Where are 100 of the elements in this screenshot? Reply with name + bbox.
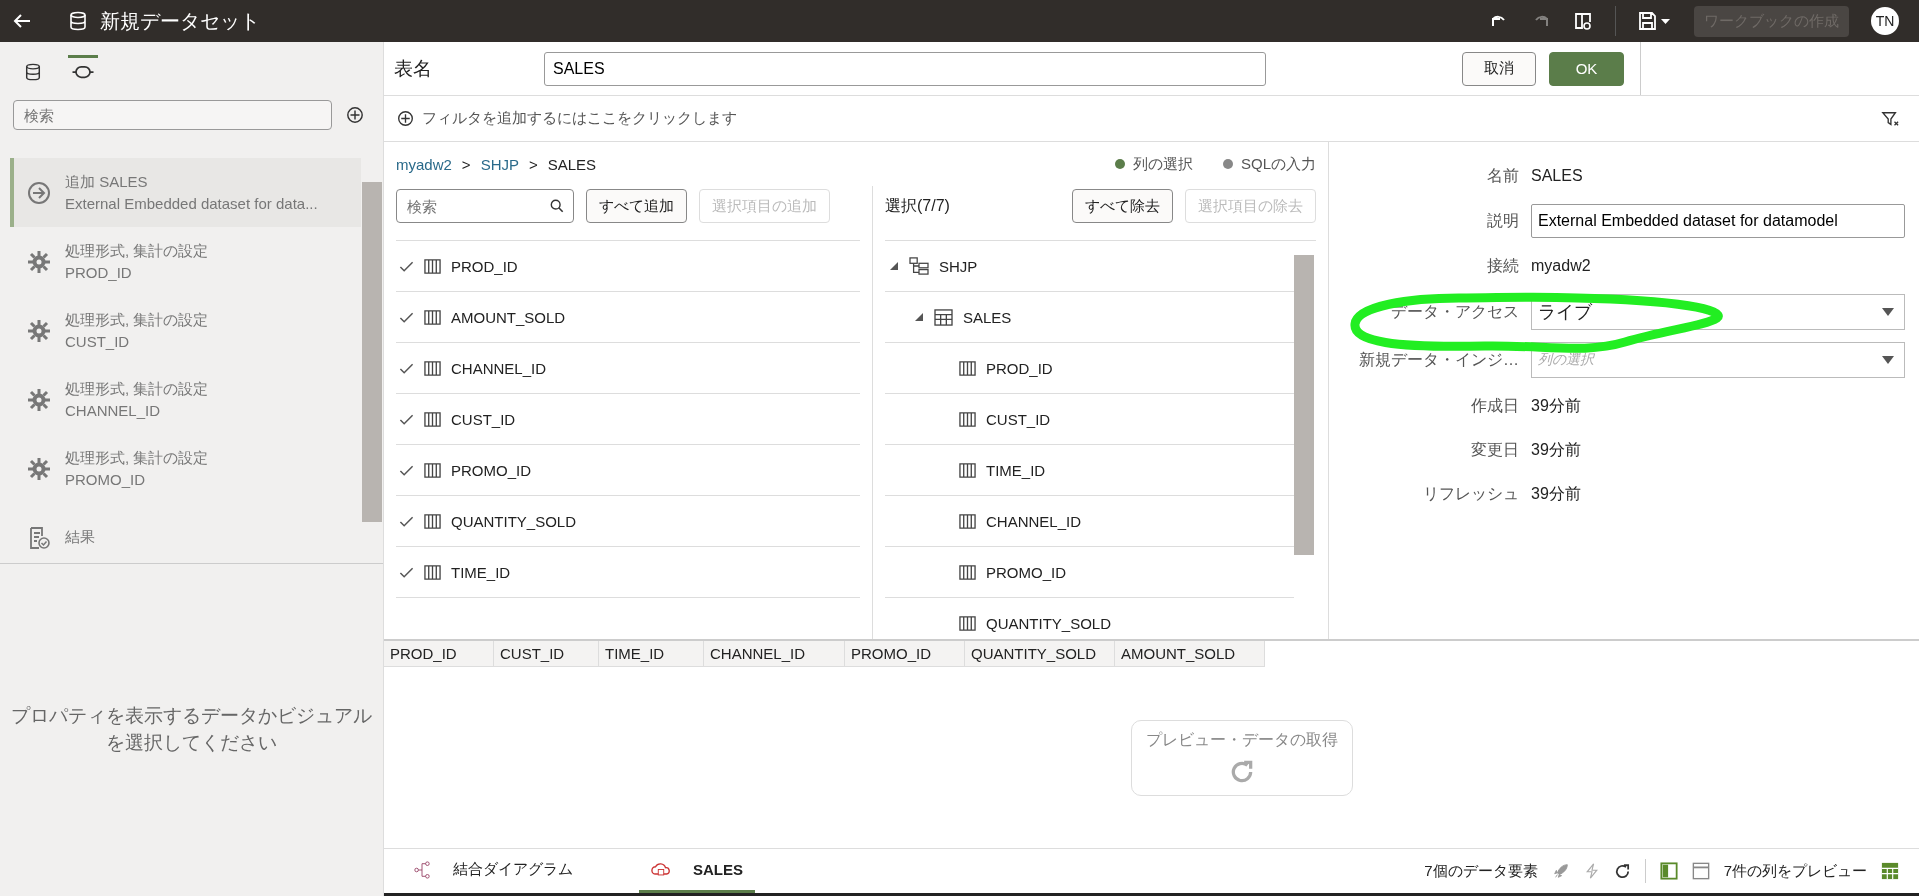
tree-item[interactable]: CHANNEL_ID xyxy=(885,495,1294,546)
property-label: 説明 xyxy=(1486,210,1519,231)
column-name: PROD_ID xyxy=(451,257,518,275)
fetch-preview-button[interactable]: プレビュー・データの取得 xyxy=(1130,719,1353,796)
radio-dot[interactable] xyxy=(1115,159,1125,169)
step-subtitle: External Embedded dataset for data... xyxy=(65,195,318,212)
column-item[interactable]: QUANTITY_SOLD xyxy=(396,496,860,547)
column-item[interactable]: CHANNEL_ID xyxy=(396,343,860,394)
selection-count: 選択(7/7) xyxy=(885,195,950,216)
search-field[interactable]: 検索 xyxy=(13,100,332,130)
tree-item[interactable]: PROD_ID xyxy=(885,342,1294,393)
side-panel-icon[interactable] xyxy=(1659,862,1678,880)
rocket-icon[interactable] xyxy=(1551,862,1570,880)
column-icon xyxy=(424,512,441,530)
step-item[interactable]: 追加 SALES External Embedded dataset for data... xyxy=(10,158,361,227)
table-name-field[interactable]: SALES xyxy=(544,51,1266,86)
column-header: PROMO_ID xyxy=(845,641,965,667)
ok-button[interactable]: OK xyxy=(1549,51,1624,86)
tree-item[interactable]: PROMO_ID xyxy=(885,546,1294,597)
tree-label: QUANTITY_SOLD xyxy=(986,614,1112,632)
column-search-field[interactable]: 検索 xyxy=(396,189,574,223)
step-item[interactable]: 結果 xyxy=(10,503,361,563)
dropdown[interactable]: ライブ xyxy=(1531,294,1905,330)
column-item[interactable]: CUST_ID xyxy=(396,394,860,445)
remove-all-button[interactable]: すべて除去 xyxy=(1072,189,1173,223)
refresh-icon[interactable] xyxy=(1613,862,1631,880)
cloud-icon xyxy=(651,861,671,878)
breadcrumb-item[interactable]: SHJP xyxy=(480,155,519,173)
property-label: 変更日 xyxy=(1470,439,1519,460)
property-value: 39分前 xyxy=(1531,483,1581,504)
step-item[interactable]: 処理形式, 集計の設定 PROMO_ID xyxy=(10,434,361,503)
tree-label: CUST_ID xyxy=(986,410,1051,428)
join-diagram-tab[interactable]: 結合ダイアグラム xyxy=(401,849,585,893)
breadcrumb-separator: > xyxy=(461,155,471,173)
tree-item[interactable]: CUST_ID xyxy=(885,393,1294,444)
save-icon[interactable] xyxy=(1638,11,1672,31)
column-icon xyxy=(424,308,441,326)
table-icon xyxy=(934,308,953,326)
column-item[interactable]: TIME_ID xyxy=(396,547,860,598)
step-title: 処理形式, 集計の設定 xyxy=(65,449,209,468)
add-filter-link[interactable]: フィルタを追加するにはここをクリックします xyxy=(422,109,737,128)
property-value: myadw2 xyxy=(1531,257,1591,275)
column-item[interactable]: AMOUNT_SOLD xyxy=(396,292,860,343)
dropdown-caret-icon xyxy=(1882,356,1894,364)
add-icon[interactable] xyxy=(397,110,414,127)
tree-label: PROMO_ID xyxy=(986,563,1066,581)
step-title: 結果 xyxy=(65,528,95,547)
column-name: AMOUNT_SOLD xyxy=(451,308,566,326)
column-header: PROD_ID xyxy=(384,641,494,667)
step-item[interactable]: 処理形式, 集計の設定 CHANNEL_ID xyxy=(10,365,361,434)
property-label: 新規データ・インジ… xyxy=(1358,349,1519,370)
element-count: 7個のデータ要素 xyxy=(1424,861,1538,881)
column-item[interactable]: PROMO_ID xyxy=(396,445,860,496)
add-icon[interactable] xyxy=(346,106,364,124)
cancel-button[interactable]: 取消 xyxy=(1462,51,1536,86)
dropdown-caret-icon xyxy=(1882,308,1894,316)
preview-count: 7件の列をプレビュー xyxy=(1723,861,1867,881)
breadcrumb-item[interactable]: myadw2 xyxy=(396,155,452,173)
step-item[interactable]: 処理形式, 集計の設定 CUST_ID xyxy=(10,296,361,365)
radio-dot[interactable] xyxy=(1223,159,1233,169)
user-avatar[interactable]: TN xyxy=(1871,7,1899,35)
property-label: 作成日 xyxy=(1470,395,1519,416)
property-value: SALES xyxy=(1531,167,1583,185)
column-name: CUST_ID xyxy=(451,410,516,428)
grid-icon[interactable] xyxy=(1881,862,1899,880)
search-icon xyxy=(550,199,564,213)
step-item[interactable]: 処理形式, 集計の設定 PROD_ID xyxy=(10,227,361,296)
description-field[interactable]: External Embedded dataset for datamodel xyxy=(1531,204,1905,238)
top-panel-icon[interactable] xyxy=(1691,862,1710,880)
property-label: 接続 xyxy=(1486,255,1519,276)
breadcrumb-item: SALES xyxy=(547,155,597,173)
property-label: リフレッシュ xyxy=(1422,483,1519,504)
gear-icon xyxy=(27,456,51,481)
expand-triangle-icon[interactable] xyxy=(914,312,924,322)
column-header: CUST_ID xyxy=(494,641,599,667)
mode-option[interactable]: SQLの入力 xyxy=(1223,154,1316,174)
step-title: 追加 SALES xyxy=(65,173,149,192)
database-icon xyxy=(24,63,42,81)
column-item[interactable]: PROD_ID xyxy=(396,241,860,292)
column-name: PROMO_ID xyxy=(451,461,531,479)
column-icon xyxy=(424,359,441,377)
dataset-tab[interactable]: SALES xyxy=(639,849,755,893)
tree-item[interactable]: TIME_ID xyxy=(885,444,1294,495)
property-value: 39分前 xyxy=(1531,395,1581,416)
book-refresh-icon[interactable] xyxy=(1573,11,1593,31)
column-icon xyxy=(959,512,976,530)
column-header: QUANTITY_SOLD xyxy=(965,641,1115,667)
add-all-button[interactable]: すべて追加 xyxy=(586,189,687,223)
tree-item[interactable]: SALES xyxy=(885,291,1294,342)
tree-item[interactable]: SHJP xyxy=(885,241,1294,291)
mode-option[interactable]: 列の選択 xyxy=(1115,154,1193,174)
column-icon xyxy=(424,410,441,428)
column-header: CHANNEL_ID xyxy=(704,641,845,667)
table-name-label: 表名 xyxy=(394,56,433,81)
document-check-icon xyxy=(27,525,51,550)
mode-label: 列の選択 xyxy=(1133,154,1193,174)
column-icon xyxy=(959,410,976,428)
filter-icon[interactable] xyxy=(1881,109,1899,128)
property-value: 39分前 xyxy=(1531,439,1581,460)
expand-triangle-icon[interactable] xyxy=(889,261,899,271)
